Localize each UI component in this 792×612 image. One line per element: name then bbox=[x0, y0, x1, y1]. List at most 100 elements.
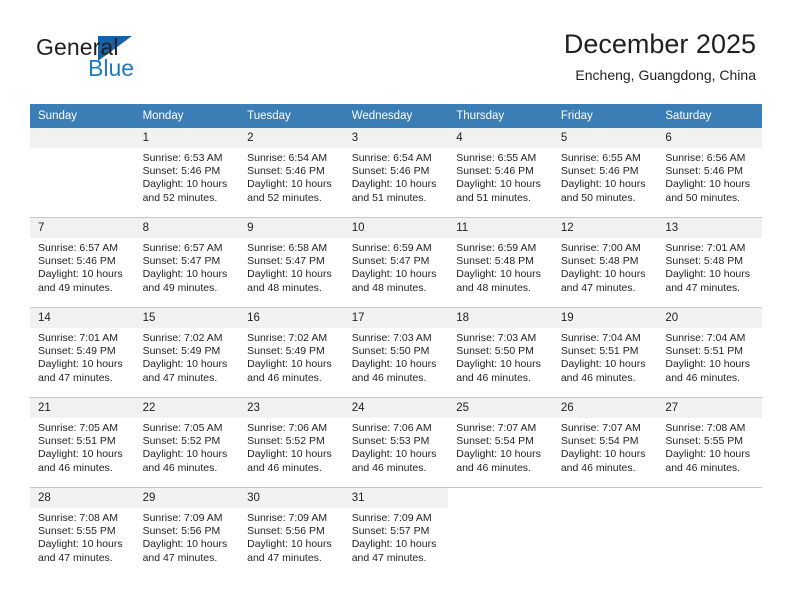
sunrise-text: Sunrise: 7:00 AM bbox=[560, 242, 641, 254]
sunset-text: Sunset: 5:46 PM bbox=[38, 255, 116, 268]
calendar-day-cell[interactable]: 12 Sunrise: 7:00 AM Sunset: 5:48 PM Dayligh… bbox=[552, 217, 658, 308]
daylight-text-line1: Daylight: 10 hours bbox=[351, 448, 437, 461]
daylight-text-line2: and 52 minutes. bbox=[247, 191, 322, 204]
daylight-text-line2: and 46 minutes. bbox=[247, 461, 322, 474]
daylight-text-line2: and 46 minutes. bbox=[351, 371, 427, 384]
day-details: Sunrise: 7:06 AM Sunset: 5:52 PM Daylight:… bbox=[239, 418, 344, 475]
calendar-day-cell[interactable]: 17 Sunrise: 7:03 AM Sunset: 5:50 PM Dayligh… bbox=[343, 307, 449, 398]
calendar-day-cell[interactable]: 13 Sunrise: 7:01 AM Sunset: 5:48 PM Dayligh… bbox=[657, 217, 762, 308]
calendar-day-cell[interactable]: 7 Sunrise: 6:57 AM Sunset: 5:46 PM Daylight… bbox=[30, 217, 135, 308]
calendar-day-cell[interactable]: 31 Sunrise: 7:09 AM Sunset: 5:57 PM Dayligh… bbox=[343, 487, 449, 577]
sunrise-text: Sunrise: 7:01 AM bbox=[665, 242, 746, 254]
calendar-day-cell[interactable]: 5 Sunrise: 6:55 AM Sunset: 5:46 PM Daylight… bbox=[552, 128, 658, 218]
day-number: 22 bbox=[134, 398, 240, 418]
day-details: Sunrise: 7:04 AM Sunset: 5:51 PM Daylight:… bbox=[553, 328, 658, 385]
calendar-day-cell[interactable] bbox=[657, 487, 762, 577]
day-number: 17 bbox=[343, 308, 449, 328]
daylight-text-line2: and 47 minutes. bbox=[351, 551, 427, 564]
daylight-text-line1: Daylight: 10 hours bbox=[38, 448, 123, 461]
calendar-day-cell[interactable] bbox=[552, 487, 658, 577]
calendar-day-cell[interactable]: 21 Sunrise: 7:05 AM Sunset: 5:51 PM Dayligh… bbox=[30, 397, 135, 488]
day-number: 11 bbox=[448, 218, 553, 238]
calendar-day-cell[interactable] bbox=[448, 487, 553, 577]
daylight-text-line1: Daylight: 10 hours bbox=[560, 448, 646, 461]
daylight-text-line1: Daylight: 10 hours bbox=[142, 358, 228, 371]
sunset-text: Sunset: 5:50 PM bbox=[456, 345, 534, 358]
daylight-text-line2: and 48 minutes. bbox=[456, 281, 531, 294]
calendar-day-cell[interactable]: 26 Sunrise: 7:07 AM Sunset: 5:54 PM Dayligh… bbox=[552, 397, 658, 488]
day-details: Sunrise: 6:53 AM Sunset: 5:46 PM Daylight:… bbox=[135, 148, 240, 205]
calendar-day-cell[interactable] bbox=[30, 128, 135, 218]
daylight-text-line2: and 49 minutes. bbox=[38, 281, 113, 294]
calendar-day-cell[interactable]: 2 Sunrise: 6:54 AM Sunset: 5:46 PM Daylight… bbox=[239, 128, 344, 218]
calendar-table: Sunday Monday Tuesday Wednesday Thursday… bbox=[30, 104, 762, 577]
sunset-text: Sunset: 5:51 PM bbox=[665, 345, 744, 358]
weekday-header-tuesday: Tuesday bbox=[239, 104, 344, 128]
calendar-day-cell[interactable]: 20 Sunrise: 7:04 AM Sunset: 5:51 PM Dayligh… bbox=[657, 307, 762, 398]
sunrise-text: Sunrise: 7:02 AM bbox=[142, 332, 223, 344]
day-details: Sunrise: 7:01 AM Sunset: 5:48 PM Daylight:… bbox=[657, 238, 762, 295]
day-number: 24 bbox=[343, 398, 449, 418]
calendar-day-cell[interactable]: 28 Sunrise: 7:08 AM Sunset: 5:55 PM Dayligh… bbox=[30, 487, 135, 577]
daylight-text-line1: Daylight: 10 hours bbox=[456, 268, 541, 281]
sunrise-text: Sunrise: 6:57 AM bbox=[38, 242, 118, 254]
sunrise-text: Sunrise: 7:06 AM bbox=[247, 422, 328, 434]
day-details: Sunrise: 6:54 AM Sunset: 5:46 PM Daylight:… bbox=[344, 148, 449, 205]
calendar-day-cell[interactable]: 3 Sunrise: 6:54 AM Sunset: 5:46 PM Daylight… bbox=[343, 128, 449, 218]
calendar-day-cell[interactable]: 15 Sunrise: 7:02 AM Sunset: 5:49 PM Dayligh… bbox=[134, 307, 240, 398]
calendar-day-cell[interactable]: 6 Sunrise: 6:56 AM Sunset: 5:46 PM Daylight… bbox=[657, 128, 762, 218]
weekday-header-thursday: Thursday bbox=[448, 104, 553, 128]
sunrise-text: Sunrise: 6:55 AM bbox=[456, 152, 537, 164]
daylight-text-line2: and 46 minutes. bbox=[351, 461, 427, 474]
sunset-text: Sunset: 5:52 PM bbox=[142, 435, 221, 448]
weekday-header-friday: Friday bbox=[552, 104, 658, 128]
calendar-day-cell[interactable]: 30 Sunrise: 7:09 AM Sunset: 5:56 PM Dayligh… bbox=[239, 487, 344, 577]
calendar-day-cell[interactable]: 1 Sunrise: 6:53 AM Sunset: 5:46 PM Daylight… bbox=[134, 128, 240, 218]
day-number: 27 bbox=[657, 398, 762, 418]
calendar-day-cell[interactable]: 9 Sunrise: 6:58 AM Sunset: 5:47 PM Daylight… bbox=[239, 217, 344, 308]
daylight-text-line1: Daylight: 10 hours bbox=[560, 268, 646, 281]
day-details: Sunrise: 7:09 AM Sunset: 5:56 PM Daylight:… bbox=[135, 508, 240, 565]
calendar-page: General Blue December 2025 Encheng, Guan… bbox=[0, 0, 792, 612]
calendar-day-cell[interactable]: 10 Sunrise: 6:59 AM Sunset: 5:47 PM Dayligh… bbox=[343, 217, 449, 308]
calendar-day-cell[interactable]: 22 Sunrise: 7:05 AM Sunset: 5:52 PM Dayligh… bbox=[134, 397, 240, 488]
calendar-day-cell[interactable]: 11 Sunrise: 6:59 AM Sunset: 5:48 PM Dayligh… bbox=[448, 217, 553, 308]
calendar-day-cell[interactable]: 16 Sunrise: 7:02 AM Sunset: 5:49 PM Dayligh… bbox=[239, 307, 344, 398]
general-blue-logo: General Blue bbox=[36, 34, 206, 86]
calendar-day-cell[interactable]: 4 Sunrise: 6:55 AM Sunset: 5:46 PM Daylight… bbox=[448, 128, 553, 218]
calendar-day-cell[interactable]: 27 Sunrise: 7:08 AM Sunset: 5:55 PM Dayligh… bbox=[657, 397, 762, 488]
sunset-text: Sunset: 5:48 PM bbox=[456, 255, 534, 268]
sunset-text: Sunset: 5:54 PM bbox=[456, 435, 534, 448]
calendar-day-cell[interactable]: 25 Sunrise: 7:07 AM Sunset: 5:54 PM Dayligh… bbox=[448, 397, 553, 488]
calendar-day-cell[interactable]: 23 Sunrise: 7:06 AM Sunset: 5:52 PM Dayligh… bbox=[239, 397, 344, 488]
logo-word-blue: Blue bbox=[88, 55, 135, 81]
day-details: Sunrise: 6:59 AM Sunset: 5:47 PM Daylight:… bbox=[344, 238, 449, 295]
day-details: Sunrise: 7:06 AM Sunset: 5:53 PM Daylight:… bbox=[344, 418, 449, 475]
daylight-text-line1: Daylight: 10 hours bbox=[456, 178, 541, 191]
day-details: Sunrise: 7:05 AM Sunset: 5:51 PM Daylight:… bbox=[30, 418, 135, 475]
day-number: 20 bbox=[657, 308, 762, 328]
calendar-day-cell[interactable]: 8 Sunrise: 6:57 AM Sunset: 5:47 PM Daylight… bbox=[134, 217, 240, 308]
calendar-day-cell[interactable]: 19 Sunrise: 7:04 AM Sunset: 5:51 PM Dayligh… bbox=[552, 307, 658, 398]
calendar-day-cell[interactable]: 24 Sunrise: 7:06 AM Sunset: 5:53 PM Dayligh… bbox=[343, 397, 449, 488]
day-number: 8 bbox=[134, 218, 240, 238]
sunrise-text: Sunrise: 7:07 AM bbox=[456, 422, 537, 434]
calendar-day-cell[interactable]: 29 Sunrise: 7:09 AM Sunset: 5:56 PM Dayligh… bbox=[134, 487, 240, 577]
sunset-text: Sunset: 5:50 PM bbox=[351, 345, 430, 358]
sunrise-text: Sunrise: 7:05 AM bbox=[38, 422, 118, 434]
day-details: Sunrise: 7:02 AM Sunset: 5:49 PM Daylight:… bbox=[239, 328, 344, 385]
daylight-text-line1: Daylight: 10 hours bbox=[665, 448, 751, 461]
page-subtitle: Encheng, Guangdong, China bbox=[575, 67, 756, 83]
page-title: December 2025 bbox=[563, 29, 756, 59]
sunrise-text: Sunrise: 6:54 AM bbox=[247, 152, 328, 164]
day-details: Sunrise: 6:58 AM Sunset: 5:47 PM Daylight:… bbox=[239, 238, 344, 295]
calendar-day-cell[interactable]: 18 Sunrise: 7:03 AM Sunset: 5:50 PM Dayligh… bbox=[448, 307, 553, 398]
day-number: 15 bbox=[134, 308, 240, 328]
calendar-day-cell[interactable]: 14 Sunrise: 7:01 AM Sunset: 5:49 PM Dayligh… bbox=[30, 307, 135, 398]
daylight-text-line1: Daylight: 10 hours bbox=[247, 538, 332, 551]
sunrise-text: Sunrise: 7:01 AM bbox=[38, 332, 118, 344]
sunrise-text: Sunrise: 7:08 AM bbox=[665, 422, 746, 434]
calendar-body: 1 Sunrise: 6:53 AM Sunset: 5:46 PM Daylight… bbox=[30, 128, 762, 577]
day-number: 21 bbox=[30, 398, 135, 418]
sunset-text: Sunset: 5:47 PM bbox=[351, 255, 430, 268]
